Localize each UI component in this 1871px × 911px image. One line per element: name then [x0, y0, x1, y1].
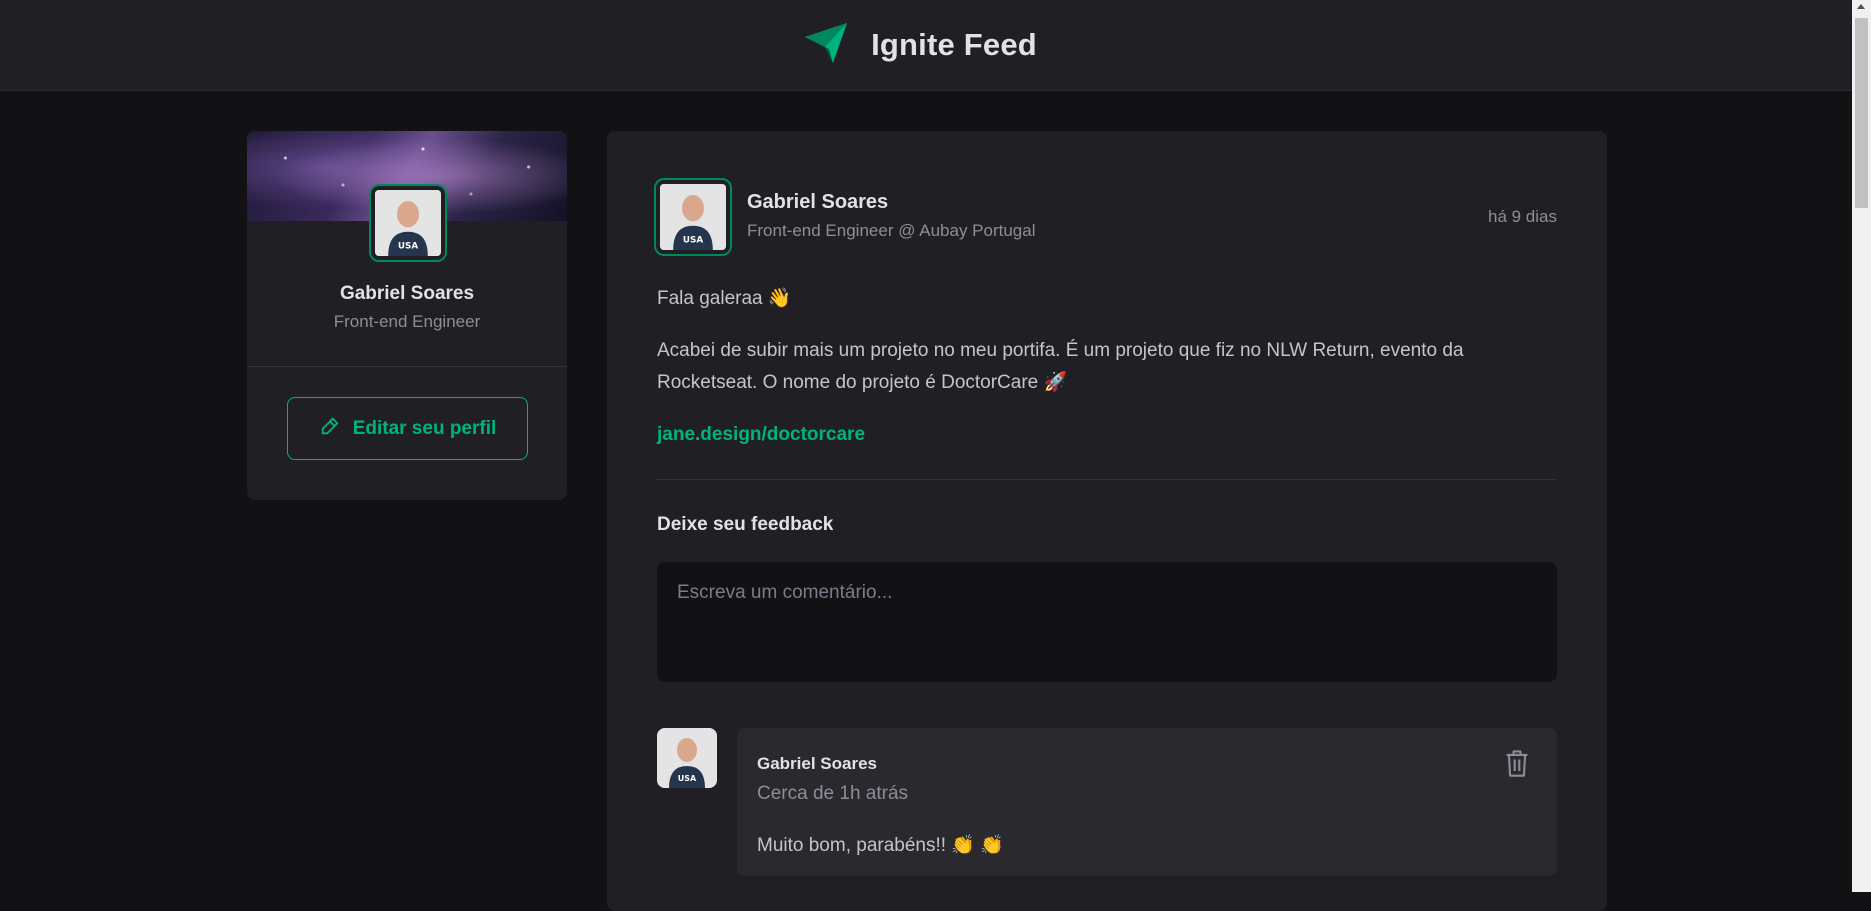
post-author-role: Front-end Engineer @ Aubay Portugal: [747, 221, 1036, 240]
comment-input[interactable]: [657, 562, 1557, 682]
divider: [657, 479, 1557, 480]
profile-role: Front-end Engineer: [333, 312, 481, 331]
profile-name: Gabriel Soares: [339, 283, 475, 304]
svg-text:USA: USA: [398, 241, 418, 251]
app-header: Ignite Feed: [0, 0, 1852, 91]
page-scrollbar[interactable]: [1852, 0, 1871, 892]
post-timestamp[interactable]: há 9 dias: [1488, 207, 1557, 227]
edit-profile-label: Editar seu perfil: [352, 417, 497, 439]
avatar[interactable]: USA: [369, 184, 447, 262]
post-paragraph: Fala galeraa 👋: [657, 288, 792, 309]
post-card: USA Gabriel Soares Front-end Engineer @ …: [607, 131, 1607, 911]
svg-text:USA: USA: [678, 774, 697, 783]
comment-text: Muito bom, parabéns!! 👏 👏: [757, 835, 1004, 856]
edit-profile-button[interactable]: Editar seu perfil: [287, 397, 528, 460]
trash-icon[interactable]: [1503, 748, 1531, 778]
divider: [247, 366, 567, 367]
post-paragraph: Acabei de subir mais um projeto no meu p…: [657, 340, 1464, 393]
svg-text:USA: USA: [683, 235, 703, 245]
post-link[interactable]: jane.design/doctorcare: [657, 424, 865, 445]
comment-item: Gabriel Soares Cerca de 1h atrás Muito b…: [737, 728, 1557, 876]
feedback-title: Deixe seu feedback: [657, 514, 834, 535]
ignite-logo-icon: [803, 22, 849, 68]
comment-timestamp: Cerca de 1h atrás: [757, 783, 909, 804]
comment-author: Gabriel Soares: [757, 754, 878, 773]
pencil-icon: [319, 415, 341, 443]
logo[interactable]: Ignite Feed: [803, 22, 1037, 68]
profile-sidebar: USA Gabriel Soares Front-end Engineer Ed…: [247, 131, 567, 500]
scroll-up-arrow-icon[interactable]: [1857, 4, 1865, 9]
scroll-thumb[interactable]: [1855, 18, 1868, 208]
post-author-name: Gabriel Soares: [747, 191, 889, 213]
comment-author-avatar[interactable]: USA: [657, 728, 717, 788]
post-content: Fala galeraa 👋 Acabei de subir mais um p…: [657, 283, 1557, 471]
app-title: Ignite Feed: [871, 27, 1037, 62]
post-author-avatar[interactable]: USA: [654, 178, 732, 256]
